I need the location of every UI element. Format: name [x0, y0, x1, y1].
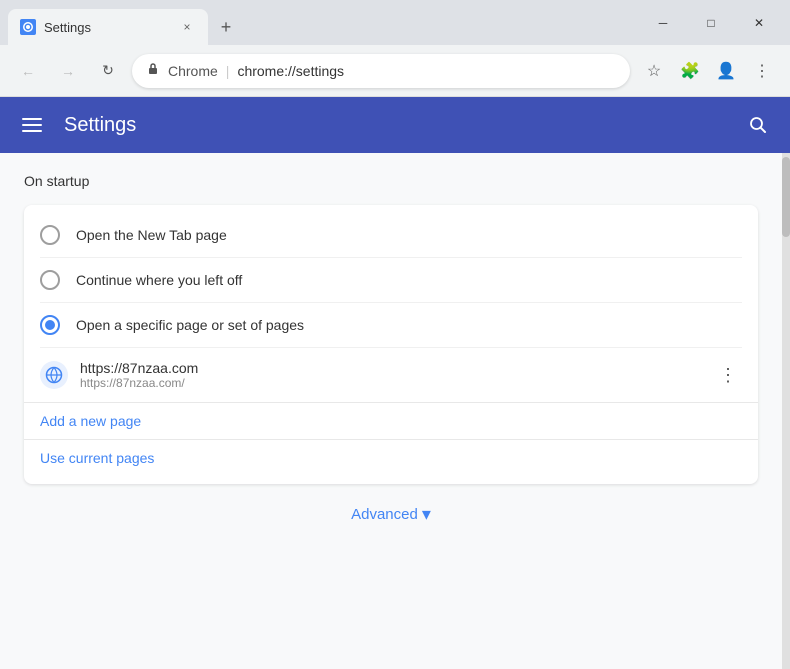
- startup-card: Open the New Tab page Continue where you…: [24, 205, 758, 484]
- section-title: On startup: [24, 173, 758, 189]
- radio-continue[interactable]: [40, 270, 60, 290]
- bookmark-button[interactable]: ☆: [638, 55, 670, 87]
- window-controls: ─ □ ✕: [640, 7, 782, 45]
- refresh-button[interactable]: ↻: [92, 55, 124, 87]
- omnibox[interactable]: Chrome | chrome://settings: [132, 54, 630, 88]
- address-bar: ← → ↻ Chrome | chrome://settings ☆ 🧩 👤 ⋮: [0, 45, 790, 97]
- radio-item-newtab: Open the New Tab page: [40, 213, 742, 258]
- use-current-pages-button[interactable]: Use current pages: [24, 440, 758, 476]
- tab-close-button[interactable]: ×: [178, 18, 196, 36]
- back-button[interactable]: ←: [12, 55, 44, 87]
- radio-continue-label: Continue where you left off: [76, 272, 242, 288]
- page-entry-icon: [40, 361, 68, 389]
- page-entry: https://87nzaa.com https://87nzaa.com/ ⋮: [24, 352, 758, 398]
- close-window-button[interactable]: ✕: [736, 7, 782, 39]
- advanced-section: Advanced ▾: [24, 484, 758, 533]
- new-tab-button[interactable]: +: [212, 13, 240, 41]
- maximize-button[interactable]: □: [688, 7, 734, 39]
- tab-title: Settings: [44, 20, 170, 35]
- radio-specific-label: Open a specific page or set of pages: [76, 317, 304, 333]
- radio-item-continue: Continue where you left off: [40, 258, 742, 303]
- toolbar-icons: ☆ 🧩 👤 ⋮: [638, 55, 778, 87]
- radio-item-specific: Open a specific page or set of pages: [40, 303, 742, 348]
- page-url-main: https://87nzaa.com: [80, 360, 702, 376]
- tab-favicon: [20, 19, 36, 35]
- app-header: Settings: [0, 97, 790, 153]
- advanced-label: Advanced: [351, 506, 418, 523]
- minimize-button[interactable]: ─: [640, 7, 686, 39]
- add-new-page-button[interactable]: Add a new page: [24, 403, 758, 439]
- hamburger-line-2: [22, 124, 42, 126]
- hamburger-line-3: [22, 130, 42, 132]
- scrollbar-thumb[interactable]: [782, 157, 790, 237]
- settings-search-button[interactable]: [742, 109, 774, 141]
- page-title: Settings: [64, 114, 726, 137]
- radio-newtab-label: Open the New Tab page: [76, 227, 227, 243]
- hamburger-line-1: [22, 118, 42, 120]
- main-content: PC On startup Open the New Tab page Cont…: [0, 153, 782, 669]
- chrome-label: Chrome: [168, 63, 218, 79]
- profile-button[interactable]: 👤: [710, 55, 742, 87]
- extensions-button[interactable]: 🧩: [674, 55, 706, 87]
- advanced-button[interactable]: Advanced ▾: [351, 504, 431, 525]
- chrome-menu-button[interactable]: ⋮: [746, 55, 778, 87]
- active-tab[interactable]: Settings ×: [8, 9, 208, 45]
- page-entry-urls: https://87nzaa.com https://87nzaa.com/: [80, 360, 702, 390]
- lock-icon: [146, 62, 160, 79]
- content-area: PC On startup Open the New Tab page Cont…: [0, 153, 790, 669]
- radio-newtab[interactable]: [40, 225, 60, 245]
- radio-specific[interactable]: [40, 315, 60, 335]
- advanced-arrow-icon: ▾: [422, 504, 431, 525]
- url-display: chrome://settings: [237, 63, 616, 79]
- page-url-sub: https://87nzaa.com/: [80, 376, 702, 390]
- url-separator: |: [226, 63, 230, 79]
- page-entry-menu-button[interactable]: ⋮: [714, 361, 742, 389]
- title-bar: Settings × + ─ □ ✕: [0, 0, 790, 45]
- forward-button[interactable]: →: [52, 55, 84, 87]
- hamburger-menu-button[interactable]: [16, 109, 48, 141]
- scrollbar-track[interactable]: [782, 153, 790, 669]
